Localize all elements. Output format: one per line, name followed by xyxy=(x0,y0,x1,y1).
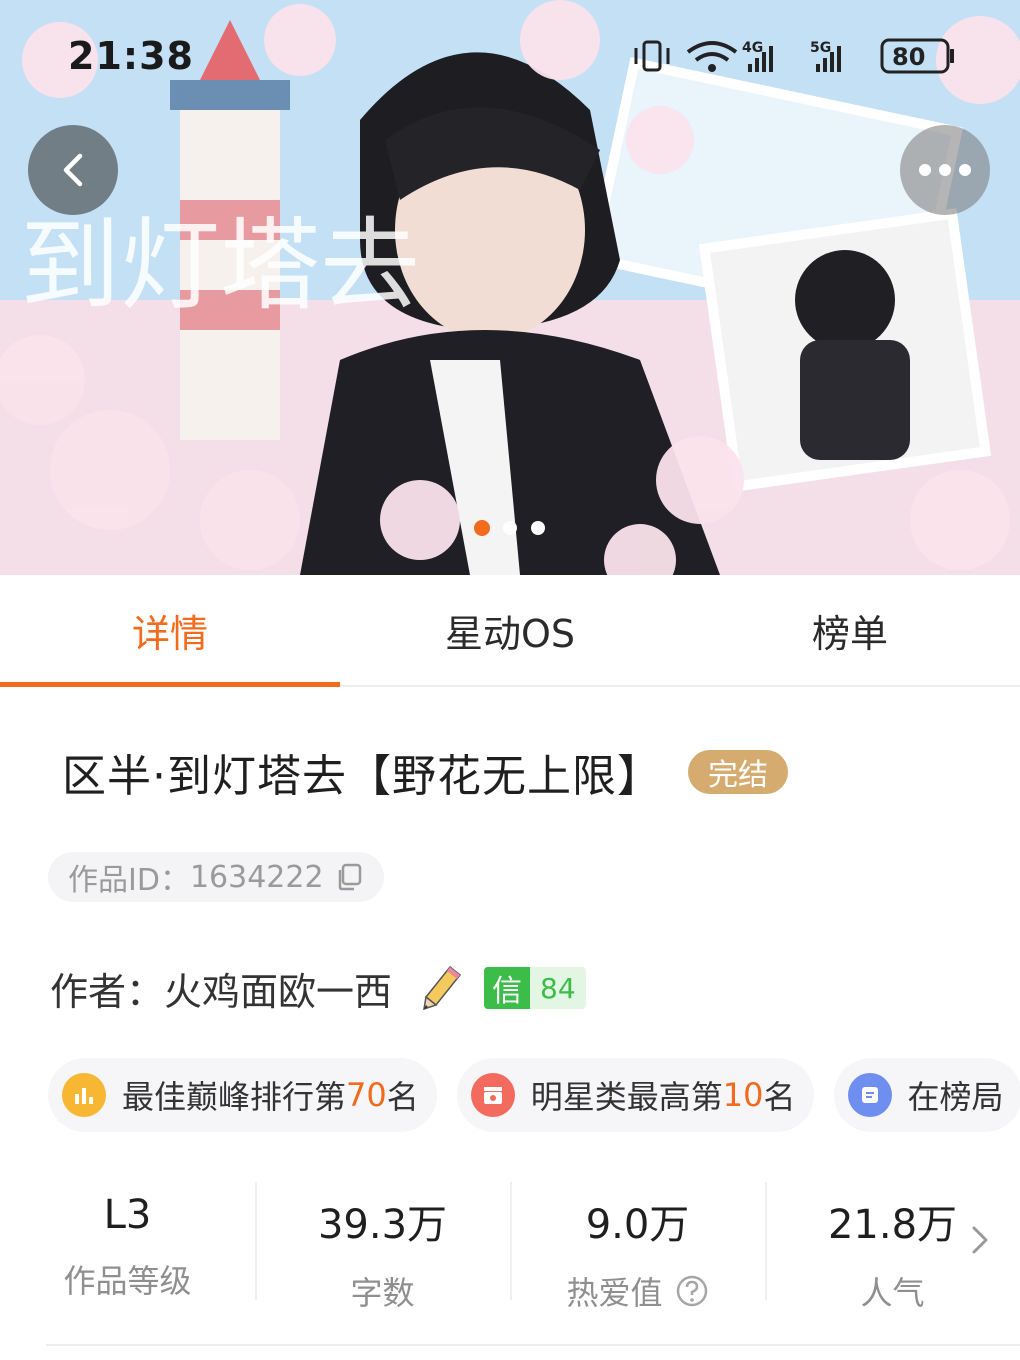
chevron-left-icon xyxy=(63,153,83,187)
credit-badge[interactable]: 信 84 xyxy=(484,967,586,1009)
carousel-indicator xyxy=(474,520,545,536)
battery-icon: 80 xyxy=(880,38,954,74)
list-icon xyxy=(847,1073,892,1117)
rank-chip-number: 10 xyxy=(722,1076,764,1114)
clapperboard-icon xyxy=(470,1073,515,1117)
rank-chip-text: 最佳巅峰排行第 xyxy=(122,1078,347,1116)
stat-value: 9.0万 xyxy=(585,1202,690,1248)
stat-word-count: 39.3万 字数 xyxy=(255,1178,510,1312)
tab-rankings[interactable]: 榜单 xyxy=(680,575,1020,685)
work-title: 区半·到灯塔去【野花无上限】 xyxy=(62,751,662,802)
stat-label: 字数 xyxy=(350,1274,415,1312)
stats-row[interactable]: L3 作品等级 39.3万 字数 9.0万 热爱值 21.8万 人气 xyxy=(0,1178,1020,1312)
work-id-label: 作品ID： xyxy=(68,863,190,898)
back-button[interactable] xyxy=(28,125,118,215)
network-b-label: 5G xyxy=(810,40,831,56)
status-badge: 完结 xyxy=(688,750,788,794)
work-detail-page: 到灯塔去 21:38 4G 5G 80 详情 星动OS 榜单 区半·到灯塔去【野… xyxy=(0,0,1020,1360)
work-id-value: 1634222 xyxy=(189,859,324,895)
rank-chip-suffix: 名 xyxy=(386,1078,419,1116)
stat-value: 39.3万 xyxy=(317,1202,448,1248)
network-a-label: 4G xyxy=(742,40,763,56)
rank-chip-number: 70 xyxy=(346,1076,387,1114)
rank-chip-suffix: 名 xyxy=(763,1078,796,1116)
rank-chip-text: 明星类最高第 xyxy=(530,1078,723,1116)
vibrate-icon xyxy=(634,40,670,72)
cover-banner[interactable]: 到灯塔去 21:38 4G 5G 80 xyxy=(0,0,1020,575)
chevron-right-icon[interactable] xyxy=(966,1222,994,1258)
battery-level: 80 xyxy=(892,43,925,71)
rank-chip-on-list[interactable]: 在榜局 xyxy=(833,1058,1020,1132)
status-icons: 4G 5G 80 xyxy=(634,38,954,74)
pencil-icon xyxy=(423,965,462,1011)
tab-details[interactable]: 详情 xyxy=(0,575,340,687)
stat-label: 人气 xyxy=(860,1274,925,1312)
copy-icon[interactable] xyxy=(334,862,364,892)
credit-mark: 信 xyxy=(484,967,531,1009)
more-dots-icon xyxy=(919,164,971,176)
credit-score: 84 xyxy=(540,971,576,1005)
status-time: 21:38 xyxy=(68,34,194,78)
stat-label-wrap: 热爱值 xyxy=(566,1268,708,1314)
stat-value: L3 xyxy=(103,1192,152,1238)
stat-value: 21.8万 xyxy=(827,1202,958,1248)
title-row: 区半·到灯塔去【野花无上限】 完结 xyxy=(62,740,788,804)
rank-chips: 最佳巅峰排行第 70 名 明星类最高第 10 名 在榜局 xyxy=(48,1058,1020,1134)
tab-bar: 详情 星动OS 榜单 xyxy=(0,575,1020,687)
more-button[interactable] xyxy=(900,125,990,215)
carousel-dot-active xyxy=(474,520,490,536)
rank-chip-peak[interactable]: 最佳巅峰排行第 70 名 xyxy=(48,1058,437,1132)
work-id-chip[interactable]: 作品ID： 1634222 xyxy=(48,852,384,902)
author-label: 作者： xyxy=(50,969,165,1014)
rank-chip-celebrity[interactable]: 明星类最高第 10 名 xyxy=(456,1058,814,1132)
svg-text:到灯塔去: 到灯塔去 xyxy=(20,207,420,324)
stat-label: 热爱值 xyxy=(566,1274,663,1312)
rank-chip-text: 在榜局 xyxy=(907,1078,1004,1116)
tab-star-os[interactable]: 星动OS xyxy=(340,575,680,685)
stat-level: L3 作品等级 xyxy=(0,1178,255,1304)
wifi-icon xyxy=(686,41,738,72)
author-row: 作者： 火鸡面欧一西 信 84 xyxy=(50,958,586,1018)
bar-chart-icon xyxy=(62,1073,106,1117)
help-icon[interactable] xyxy=(675,1274,709,1308)
carousel-dot xyxy=(531,521,545,535)
author-name[interactable]: 火鸡面欧一西 xyxy=(164,961,392,1016)
stat-love-value: 9.0万 热爱值 xyxy=(510,1178,765,1312)
stat-label: 作品等级 xyxy=(63,1262,192,1300)
carousel-dot xyxy=(503,521,517,535)
status-bar: 21:38 4G 5G 80 xyxy=(0,0,1020,110)
divider xyxy=(46,1344,1020,1346)
